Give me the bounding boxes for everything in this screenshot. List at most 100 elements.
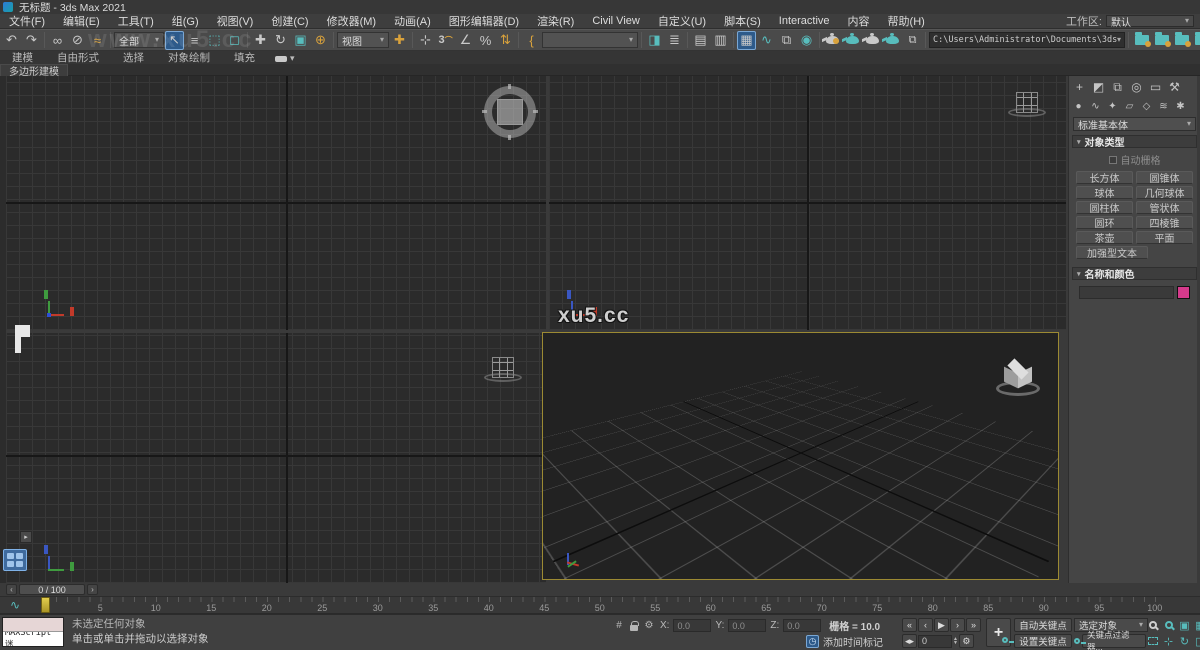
go-to-end-button[interactable]: » bbox=[966, 618, 981, 632]
spinner-snap-button[interactable]: ⇅ bbox=[496, 31, 515, 50]
schematic-view-button[interactable]: ⧉ bbox=[777, 31, 796, 50]
panel-tab-icon[interactable]: ⧉ bbox=[1109, 79, 1126, 95]
primitive-button[interactable]: 四棱锥 bbox=[1136, 216, 1193, 229]
menu-item[interactable]: 图形编辑器(D) bbox=[440, 14, 528, 28]
previous-key-button[interactable]: ‹ bbox=[6, 584, 17, 595]
menu-item[interactable]: 组(G) bbox=[163, 14, 208, 28]
pan-button[interactable]: ⊹ bbox=[1162, 634, 1175, 648]
viewcube[interactable] bbox=[484, 86, 536, 138]
primitive-button[interactable]: 管状体 bbox=[1136, 201, 1193, 214]
render-production-button[interactable] bbox=[863, 31, 882, 50]
menu-item[interactable]: 文件(F) bbox=[0, 14, 54, 28]
layer-explorer-button[interactable]: ▥ bbox=[711, 31, 730, 50]
mirror-button[interactable]: ◨ bbox=[645, 31, 664, 50]
viewport-top-left[interactable]: y x bbox=[6, 76, 546, 330]
select-place-button[interactable]: ⊕ bbox=[311, 31, 330, 50]
zoom-button[interactable] bbox=[1146, 618, 1159, 632]
select-manipulate-button[interactable]: ⊹ bbox=[416, 31, 435, 50]
percent-snap-button[interactable]: % bbox=[476, 31, 495, 50]
viewport-perspective-active[interactable] bbox=[542, 332, 1059, 580]
menu-item[interactable]: 视图(V) bbox=[208, 14, 263, 28]
menu-item[interactable]: 工具(T) bbox=[109, 14, 163, 28]
menu-item[interactable]: 修改器(M) bbox=[318, 14, 386, 28]
primitive-button[interactable]: 圆锥体 bbox=[1136, 171, 1193, 184]
current-frame-field[interactable]: 0 bbox=[918, 635, 952, 648]
play-button[interactable]: ▶ bbox=[934, 618, 949, 632]
state-sets-button[interactable]: ⧉ bbox=[903, 31, 922, 50]
select-scale-button[interactable]: ▣ bbox=[291, 31, 310, 50]
selection-filter-dropdown[interactable]: 全部 ▾ bbox=[114, 32, 164, 48]
menu-item[interactable]: 脚本(S) bbox=[715, 14, 770, 28]
ribbon-toggle-button[interactable]: ▦ bbox=[737, 31, 756, 50]
menu-item[interactable]: 编辑(E) bbox=[54, 14, 109, 28]
key-mode-toggle[interactable]: ◂▸ bbox=[902, 634, 917, 648]
category-icon[interactable]: ≋ bbox=[1156, 99, 1171, 113]
ribbon-tab[interactable]: 填充 bbox=[222, 51, 267, 64]
primitive-button[interactable]: 加强型文本 bbox=[1076, 246, 1148, 259]
set-key-big-button[interactable]: + bbox=[986, 618, 1011, 647]
z-coord-field[interactable]: 0.0 bbox=[783, 619, 821, 632]
primitive-button[interactable]: 平面 bbox=[1136, 231, 1193, 244]
snap-toggle-3d-button[interactable]: 3⌒ bbox=[436, 31, 455, 50]
panel-tab-icon[interactable]: ◎ bbox=[1128, 79, 1145, 95]
category-icon[interactable]: ▱ bbox=[1122, 99, 1137, 113]
named-selection-sets-dropdown[interactable]: ▾ bbox=[542, 32, 638, 48]
viewcube[interactable] bbox=[484, 355, 524, 389]
zoom-extents-all-button[interactable]: ▦ bbox=[1194, 618, 1200, 632]
category-icon[interactable]: ✱ bbox=[1173, 99, 1188, 113]
auto-key-button[interactable]: 自动关键点 bbox=[1014, 618, 1072, 632]
primitive-button[interactable]: 圆柱体 bbox=[1076, 201, 1133, 214]
viewcube[interactable] bbox=[1008, 90, 1048, 124]
maxscript-listener-row[interactable]: MAXScript 迷 bbox=[3, 632, 63, 646]
project-folder-path[interactable]: C:\Users\Administrator\Documents\3ds Max… bbox=[929, 32, 1125, 48]
zoom-region-button[interactable] bbox=[1146, 634, 1159, 648]
angle-snap-button[interactable]: ∠ bbox=[456, 31, 475, 50]
reference-coordinate-dropdown[interactable]: 视图 ▾ bbox=[337, 32, 389, 48]
viewport-top-right[interactable]: z x bbox=[549, 76, 1066, 330]
set-project-folder-button[interactable] bbox=[1172, 31, 1191, 50]
quad-layout-tab[interactable] bbox=[3, 549, 27, 571]
track-bar[interactable]: 0510152025303540455055606570758085909510… bbox=[0, 596, 1200, 614]
menu-item[interactable]: Interactive bbox=[770, 14, 839, 28]
menu-item[interactable]: 自定义(U) bbox=[649, 14, 715, 28]
category-icon[interactable]: ● bbox=[1071, 99, 1086, 113]
redo-button[interactable]: ↷ bbox=[22, 31, 41, 50]
name-color-rollout-header[interactable]: ▾ 名称和颜色 bbox=[1072, 267, 1197, 280]
undo-button[interactable]: ↶ bbox=[2, 31, 21, 50]
unlink-selection-button[interactable]: ⊘ bbox=[68, 31, 87, 50]
frame-spinner[interactable]: ▲▼ bbox=[953, 637, 958, 645]
menu-item[interactable]: 创建(C) bbox=[262, 14, 317, 28]
key-icon[interactable] bbox=[1074, 638, 1080, 644]
polygon-modeling-subtab[interactable]: 多边形建模 bbox=[0, 64, 68, 76]
zoom-all-button[interactable] bbox=[1162, 618, 1175, 632]
y-coord-field[interactable]: 0.0 bbox=[728, 619, 766, 632]
open-project-folder-button[interactable] bbox=[1152, 31, 1171, 50]
go-to-start-button[interactable]: « bbox=[902, 618, 917, 632]
select-link-button[interactable]: ∞ bbox=[48, 31, 67, 50]
align-button[interactable]: ≣ bbox=[665, 31, 684, 50]
object-name-field[interactable] bbox=[1079, 286, 1174, 299]
ribbon-minimize-control[interactable]: ▾ bbox=[275, 53, 295, 64]
key-filters-button[interactable]: 关键点过滤器... bbox=[1082, 634, 1146, 648]
primitive-button[interactable]: 球体 bbox=[1076, 186, 1133, 199]
ribbon-tab[interactable]: 对象绘制 bbox=[156, 51, 222, 64]
category-icon[interactable]: ✦ bbox=[1105, 99, 1120, 113]
layout-flyout-button[interactable]: ▸ bbox=[20, 531, 32, 543]
absolute-mode-gear-icon[interactable]: ⚙ bbox=[642, 619, 656, 632]
curve-editor-button[interactable]: ∿ bbox=[757, 31, 776, 50]
maxscript-macro-row[interactable] bbox=[3, 618, 63, 632]
mini-curve-editor-button[interactable]: ∿ bbox=[10, 598, 20, 612]
object-type-rollout-header[interactable]: ▾ 对象类型 bbox=[1072, 135, 1197, 148]
rendered-frame-window-button[interactable] bbox=[843, 31, 862, 50]
selection-lock-icon[interactable] bbox=[630, 625, 638, 631]
time-slider-handle[interactable] bbox=[41, 597, 50, 613]
workspace-dropdown[interactable]: 默认 ▾ bbox=[1106, 15, 1194, 27]
menu-item[interactable]: 动画(A) bbox=[385, 14, 440, 28]
isolate-selection-toggle[interactable]: # bbox=[612, 619, 626, 632]
panel-tab-icon[interactable]: + bbox=[1071, 79, 1088, 95]
rectangular-selection-region-button[interactable]: ⬚ bbox=[205, 31, 224, 50]
previous-frame-button[interactable]: ‹ bbox=[918, 618, 933, 632]
render-setup-button[interactable] bbox=[823, 31, 842, 50]
select-object-button[interactable]: ↖ bbox=[165, 31, 184, 50]
maximize-viewport-toggle[interactable]: ◳ bbox=[1194, 634, 1200, 648]
